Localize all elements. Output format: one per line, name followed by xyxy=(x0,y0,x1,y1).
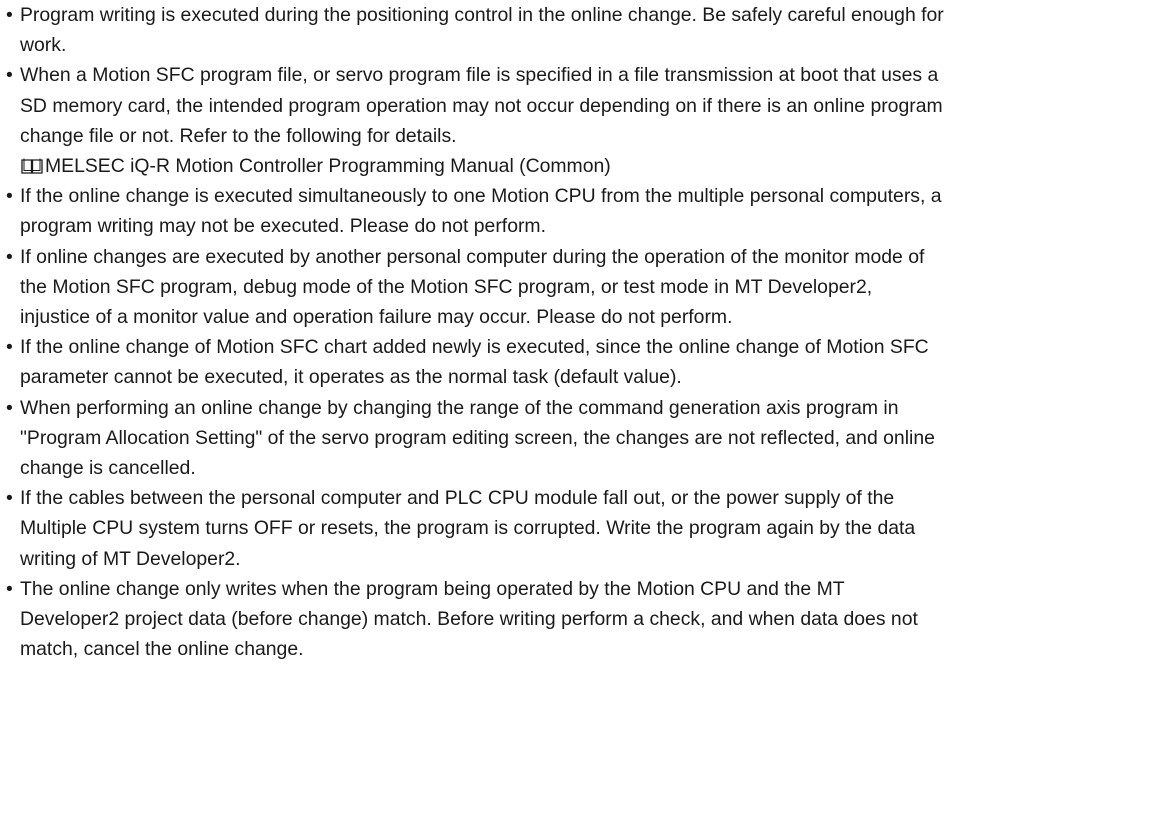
list-item: • If the cables between the personal com… xyxy=(0,483,1170,574)
manual-reference: MELSEC iQ-R Motion Controller Programmin… xyxy=(20,151,1170,181)
list-item: • If the online change of Motion SFC cha… xyxy=(0,332,1170,392)
list-item: • When performing an online change by ch… xyxy=(0,393,1170,484)
note-line: the Motion SFC program, debug mode of th… xyxy=(20,275,873,298)
note-line: If online changes are executed by anothe… xyxy=(20,245,925,268)
note-line: writing of MT Developer2. xyxy=(20,547,241,570)
note-line: Multiple CPU system turns OFF or resets,… xyxy=(20,517,916,540)
precautions-list: • Program writing is executed during the… xyxy=(0,0,1170,664)
list-item: • The online change only writes when the… xyxy=(0,574,1170,665)
note-line: If the online change of Motion SFC chart… xyxy=(20,336,929,359)
note-line: Developer2 project data (before change) … xyxy=(20,608,918,631)
list-item: • If the online change is executed simul… xyxy=(0,181,1170,241)
note-line: The online change only writes when the p… xyxy=(20,577,845,600)
manual-reference-link[interactable]: MELSEC iQ-R Motion Controller Programmin… xyxy=(45,151,611,181)
list-item: • If online changes are executed by anot… xyxy=(0,242,1170,333)
note-line: program writing may not be executed. Ple… xyxy=(20,215,546,238)
list-item: • Program writing is executed during the… xyxy=(0,0,1170,60)
note-line: SD memory card, the intended program ope… xyxy=(20,94,943,117)
note-line: change is cancelled. xyxy=(20,457,196,480)
manual-book-icon xyxy=(20,157,44,175)
note-line: parameter cannot be executed, it operate… xyxy=(20,366,682,389)
note-line: When performing an online change by chan… xyxy=(20,396,899,419)
note-line: Program writing is executed during the p… xyxy=(20,4,944,26)
note-line: When a Motion SFC program file, or servo… xyxy=(20,64,939,87)
note-line: If the cables between the personal compu… xyxy=(20,487,895,510)
note-line: "Program Allocation Setting" of the serv… xyxy=(20,426,935,449)
document-page: • Program writing is executed during the… xyxy=(0,0,1170,664)
note-line: injustice of a monitor value and operati… xyxy=(20,306,733,329)
bullet: • xyxy=(6,185,13,208)
bullet: • xyxy=(6,487,13,510)
note-line: change file or not. Refer to the followi… xyxy=(20,124,457,147)
note-line: work. xyxy=(20,34,67,57)
bullet: • xyxy=(6,577,13,600)
list-item: • When a Motion SFC program file, or ser… xyxy=(0,60,1170,181)
bullet: • xyxy=(6,245,13,268)
bullet: • xyxy=(6,336,13,359)
bullet: • xyxy=(6,396,13,419)
note-line: If the online change is executed simulta… xyxy=(20,185,942,208)
note-line: match, cancel the online change. xyxy=(20,638,304,661)
bullet: • xyxy=(6,4,13,26)
bullet: • xyxy=(6,64,13,87)
